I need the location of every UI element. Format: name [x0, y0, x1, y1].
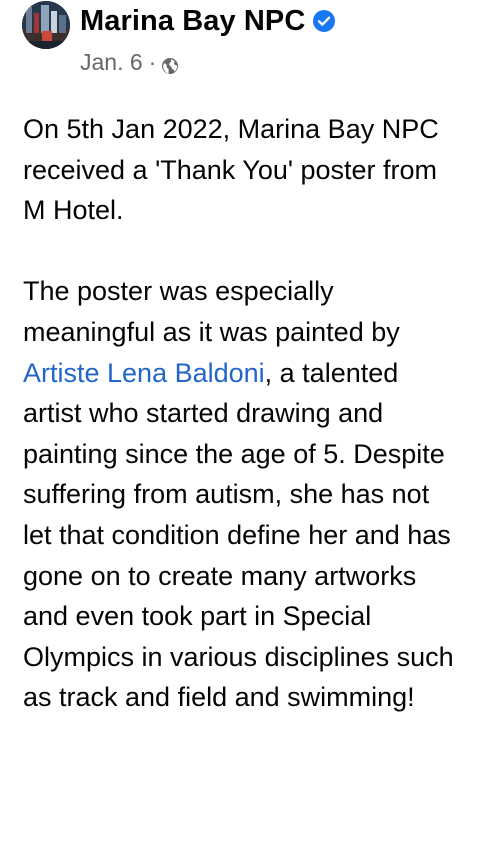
globe-icon[interactable]: [161, 54, 179, 74]
page-name[interactable]: Marina Bay NPC: [80, 5, 305, 38]
paragraph-2-rest: , a talented artist who started drawing …: [23, 357, 454, 713]
page-avatar[interactable]: [22, 1, 70, 49]
post-paragraph-1: On 5th Jan 2022, Marina Bay NPC received…: [23, 114, 439, 226]
page-name-row: Marina Bay NPC: [80, 1, 336, 41]
post-text: On 5th Jan 2022, Marina Bay NPC received…: [23, 109, 463, 718]
paragraph-2-lead: The poster was especially meaningful as …: [23, 276, 400, 347]
meta-separator: ·: [148, 48, 157, 75]
post-header: Marina Bay NPC Jan. 6 ·: [22, 0, 462, 84]
verified-badge-icon: [313, 10, 336, 32]
post-paragraph-2: The poster was especially meaningful as …: [23, 271, 463, 718]
facebook-post: Marina Bay NPC Jan. 6 · On 5th Jan 2022,…: [0, 0, 478, 858]
post-date[interactable]: Jan. 6: [80, 49, 143, 76]
post-meta: Jan. 6 ·: [80, 47, 179, 77]
artist-mention-link[interactable]: Artiste Lena Baldoni: [23, 358, 265, 388]
